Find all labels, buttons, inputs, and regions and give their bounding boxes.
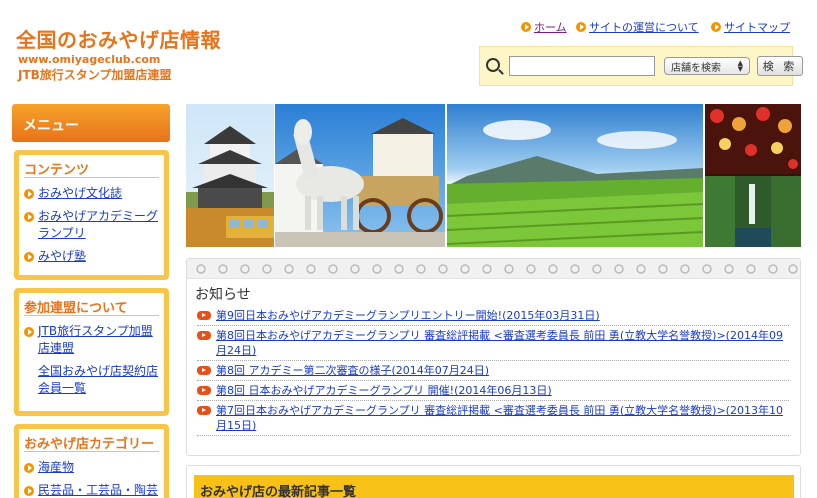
news-link[interactable]: 第8回 アカデミー第二次審査の様子(2014年07月24日) bbox=[216, 363, 489, 378]
sidebar-item-label: 全国おみやげ店契約店会員一覧 bbox=[38, 364, 159, 395]
nav-home-label: ホーム bbox=[534, 21, 567, 34]
sidebar-item-academy-grandprix[interactable]: おみやげアカデミーグランプリ bbox=[19, 205, 164, 245]
arrow-icon bbox=[24, 252, 34, 262]
horse-carriage-photo bbox=[275, 104, 445, 247]
site-title[interactable]: 全国のおみやげ店情報 bbox=[16, 24, 221, 53]
sidebar-contents-box: コンテンツ おみやげ文化誌 おみやげアカデミーグランプリ みやげ塾 bbox=[14, 150, 169, 280]
sidebar-item-label: 民芸品・工芸品・陶芸 bbox=[38, 483, 159, 497]
play-arrow-icon bbox=[197, 386, 211, 395]
news-link[interactable]: 第8回日本おみやげアカデミーグランプリ 審査総評掲載 <審査選考委員長 前田 勇… bbox=[216, 328, 789, 358]
sidebar-item-crafts[interactable]: 民芸品・工芸品・陶芸 bbox=[19, 479, 164, 498]
lantern-photo bbox=[705, 104, 801, 247]
search-button[interactable]: 検 索 bbox=[757, 56, 803, 76]
site-subtitle: JTB旅行スタンプ加盟店連盟 bbox=[18, 68, 172, 82]
sidebar-item-member-list[interactable]: 全国おみやげ店契約店会員一覧 bbox=[19, 360, 164, 400]
news-panel: お知らせ 第9回日本おみやげアカデミーグランプリエントリー開始!(2015年03… bbox=[186, 258, 801, 456]
sidebar-item-omiyage-bunkashi[interactable]: おみやげ文化誌 bbox=[19, 182, 164, 205]
menu-header: メニュー bbox=[12, 104, 170, 142]
sidebar-category-box: おみやげ店カテゴリー 海産物 民芸品・工芸品・陶芸 bbox=[14, 424, 169, 498]
arrow-icon bbox=[24, 212, 34, 222]
nav-home-link[interactable]: ホーム bbox=[521, 19, 567, 35]
sidebar-section-title: コンテンツ bbox=[24, 163, 90, 178]
arrow-icon bbox=[711, 22, 721, 32]
hero-banner bbox=[186, 104, 801, 247]
nav-about-link[interactable]: サイトの運営について bbox=[576, 19, 699, 35]
arrow-icon bbox=[24, 189, 34, 199]
castle-photo bbox=[186, 104, 274, 247]
select-arrows-icon: ▲ ▼ bbox=[737, 59, 743, 73]
arrow-icon bbox=[521, 22, 531, 32]
sidebar-item-label: おみやげ文化誌 bbox=[38, 186, 123, 200]
ring-binding-decoration bbox=[196, 264, 798, 274]
sidebar-item-label: JTB旅行スタンプ加盟店連盟 bbox=[38, 324, 153, 355]
notebook-rings-strip bbox=[187, 259, 800, 279]
news-item: 第8回 アカデミー第二次審査の様子(2014年07月24日) bbox=[197, 361, 789, 381]
sidebar-membership-box: 参加連盟について JTB旅行スタンプ加盟店連盟 全国おみやげ店契約店会員一覧 bbox=[14, 288, 169, 416]
news-item: 第7回日本おみやげアカデミーグランプリ 審査総評掲載 <審査選考委員長 前田 勇… bbox=[197, 401, 789, 436]
play-arrow-icon bbox=[197, 331, 211, 340]
latest-articles-box: おみやげ店の最新記事一覧 bbox=[186, 465, 801, 498]
play-arrow-icon bbox=[197, 311, 211, 320]
sidebar-section-title: おみやげ店カテゴリー bbox=[24, 437, 155, 452]
horse-carriage-image bbox=[275, 118, 445, 247]
news-item: 第9回日本おみやげアカデミーグランプリエントリー開始!(2015年03月31日) bbox=[197, 306, 789, 326]
news-list: 第9回日本おみやげアカデミーグランプリエントリー開始!(2015年03月31日)… bbox=[197, 306, 789, 436]
arrow-icon bbox=[576, 22, 586, 32]
search-input[interactable] bbox=[509, 56, 655, 76]
play-arrow-icon bbox=[197, 406, 211, 415]
nav-sitemap-link[interactable]: サイトマップ bbox=[711, 19, 790, 35]
sidebar-item-label: 海産物 bbox=[38, 460, 75, 474]
nav-about-label: サイトの運営について bbox=[589, 21, 699, 34]
sidebar-item-miyage-juku[interactable]: みやげ塾 bbox=[19, 245, 164, 268]
arrow-icon bbox=[24, 327, 34, 337]
search-icon bbox=[486, 58, 500, 72]
search-scope-value: 店舗を検索 bbox=[671, 62, 721, 74]
search-scope-select[interactable]: 店舗を検索 ▲ ▼ bbox=[664, 57, 750, 75]
sidebar-item-seafood[interactable]: 海産物 bbox=[19, 456, 164, 479]
sidebar-section-title: 参加連盟について bbox=[24, 301, 128, 316]
news-link[interactable]: 第8回 日本おみやげアカデミーグランプリ 開催!(2014年06月13日) bbox=[216, 383, 552, 398]
lantern-gorge-image bbox=[705, 104, 801, 247]
latest-articles-title: おみやげ店の最新記事一覧 bbox=[194, 475, 794, 498]
arrow-icon bbox=[24, 486, 34, 496]
news-item: 第8回日本おみやげアカデミーグランプリ 審査総評掲載 <審査選考委員長 前田 勇… bbox=[197, 326, 789, 361]
nav-sitemap-label: サイトマップ bbox=[724, 21, 790, 34]
site-url: www.omiyageclub.com bbox=[18, 53, 161, 66]
sidebar-item-jtb-stamp[interactable]: JTB旅行スタンプ加盟店連盟 bbox=[19, 320, 164, 360]
news-title: お知らせ bbox=[195, 287, 251, 303]
arrow-icon bbox=[24, 463, 34, 473]
search-box: 店舗を検索 ▲ ▼ 検 索 bbox=[479, 46, 803, 86]
sidebar-item-label: おみやげアカデミーグランプリ bbox=[38, 209, 159, 240]
news-link[interactable]: 第9回日本おみやげアカデミーグランプリエントリー開始!(2015年03月31日) bbox=[216, 308, 600, 323]
field-photo bbox=[446, 104, 704, 247]
castle-image bbox=[186, 126, 274, 247]
news-link[interactable]: 第7回日本おみやげアカデミーグランプリ 審査総評掲載 <審査選考委員長 前田 勇… bbox=[216, 403, 789, 433]
sidebar-item-label: みやげ塾 bbox=[38, 249, 87, 263]
news-item: 第8回 日本おみやげアカデミーグランプリ 開催!(2014年06月13日) bbox=[197, 381, 789, 401]
play-arrow-icon bbox=[197, 366, 211, 375]
field-image bbox=[446, 120, 704, 247]
